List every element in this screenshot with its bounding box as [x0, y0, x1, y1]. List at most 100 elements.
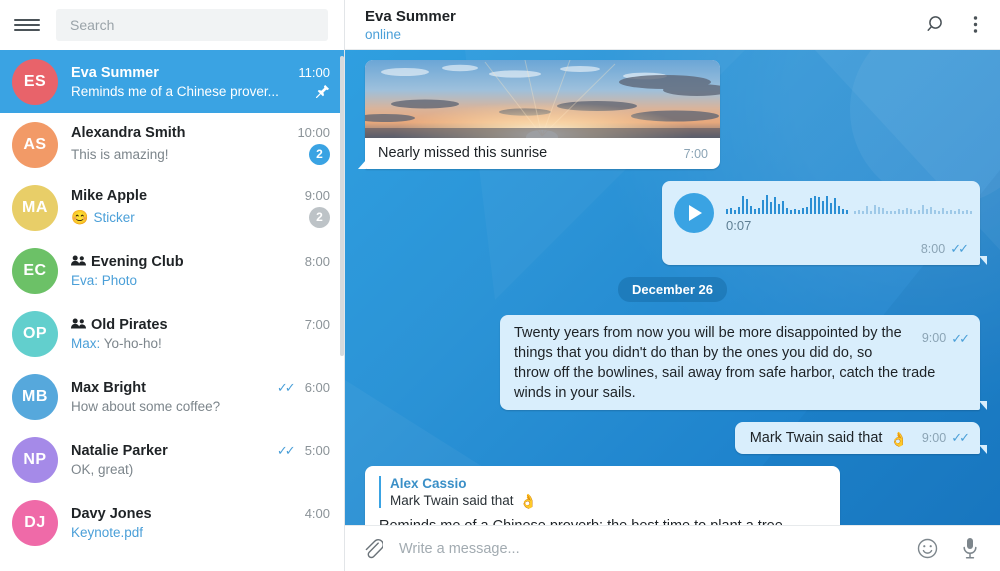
attribution-text: Mark Twain said that	[749, 430, 883, 447]
reply-quote[interactable]: Alex Cassio Mark Twain said that 👌	[379, 476, 826, 509]
chat-item-name-text: Mike Apple	[71, 187, 148, 204]
chat-item-body: Alexandra Smith 10:00 This is amazing! 2	[71, 125, 330, 165]
attribution-time: 9:00	[921, 431, 947, 446]
sidebar-toolbar	[0, 0, 344, 50]
sidebar-scrollbar-track[interactable]	[340, 50, 344, 571]
peer-info[interactable]: Eva Summer online	[365, 8, 901, 42]
peer-status: online	[365, 26, 402, 42]
chat-item-name: Evening Club	[71, 254, 297, 270]
chat-item-preview-line: Reminds me of a Chinese prover...	[71, 84, 330, 99]
message-list: Nearly missed this sunrise 7:00 0:07 8:0…	[345, 50, 1000, 525]
attribution-message-bubble[interactable]: Mark Twain said that 👌 9:00 ✓✓	[734, 422, 988, 455]
play-icon[interactable]	[674, 192, 714, 233]
sidebar-scrollbar-thumb[interactable]	[340, 56, 344, 356]
avatar: MA	[12, 184, 58, 231]
chat-item-name-text: Alexandra Smith	[71, 124, 186, 141]
quote-meta: 9:00 ✓✓	[921, 330, 970, 348]
avatar: NP	[12, 436, 58, 483]
attribution-meta: 9:00 ✓✓	[921, 430, 970, 446]
chat-item-preview-line: This is amazing! 2	[71, 143, 330, 165]
search-icon[interactable]	[927, 15, 947, 35]
quote-message-text: Twenty years from now you will be more d…	[514, 325, 936, 401]
chat-item-preview: 😊 Sticker	[71, 210, 301, 225]
chat-item-preview: This is amazing!	[71, 147, 301, 162]
search-input[interactable]	[70, 17, 314, 33]
chat-list-item-alexandra-smith[interactable]: AS Alexandra Smith 10:00 This is amazing! 2	[0, 113, 344, 176]
reply-quoted-text: Mark Twain said that	[390, 493, 514, 509]
chat-list-item-old-pirates[interactable]: OP Old Pirates 7:00 Max: Yo-ho-ho!	[0, 302, 344, 365]
chat-list[interactable]: ES Eva Summer 11:00 Reminds me of a Chinese…	[0, 50, 344, 571]
telegram-window: ES Eva Summer 11:00 Reminds me of a Chinese…	[0, 0, 1000, 571]
chat-item-preview: Reminds me of a Chinese prover...	[71, 84, 308, 99]
quote-message-bubble[interactable]: 9:00 ✓✓ Twenty years from now you will b…	[500, 315, 987, 411]
chat-item-preview: OK, great)	[71, 462, 330, 477]
reply-quote-wrap[interactable]: Alex Cassio Mark Twain said that 👌	[365, 466, 840, 510]
group-icon	[71, 255, 86, 266]
chat-list-item-max-bright[interactable]: MB Max Bright ✓✓ 6:00 How about some coffee?	[0, 365, 344, 428]
ok-hand-emoji: 👌	[519, 492, 537, 509]
search-box[interactable]	[56, 9, 328, 41]
preview-text: Photo	[101, 272, 138, 288]
preview-text: OK, great)	[71, 461, 134, 477]
sunrise-photo[interactable]	[365, 60, 720, 138]
waveform[interactable]	[726, 192, 976, 214]
microphone-icon[interactable]	[962, 537, 978, 560]
message-area[interactable]: Nearly missed this sunrise 7:00 0:07 8:0…	[345, 50, 1000, 525]
avatar: AS	[12, 121, 58, 168]
quote-time: 9:00	[921, 331, 947, 346]
peer-name: Eva Summer	[365, 7, 456, 25]
preview-text: Yo-ho-ho!	[103, 335, 162, 351]
chat-list-item-natalie-parker[interactable]: NP Natalie Parker ✓✓ 5:00 OK, great)	[0, 428, 344, 491]
reply-body-wrap: 9:00 Reminds me of a Chinese proverb: th…	[365, 510, 840, 525]
voice-meta: 8:00 ✓✓	[921, 241, 969, 257]
paperclip-icon[interactable]	[363, 538, 383, 559]
message-input[interactable]	[399, 540, 893, 557]
chat-item-name: Mike Apple	[71, 188, 297, 204]
chat-item-preview: How about some coffee?	[71, 399, 330, 414]
chat-item-name: Old Pirates	[71, 317, 297, 333]
message-composer	[345, 525, 1000, 571]
voice-duration: 0:07	[726, 218, 752, 233]
chat-item-preview-line: Keynote.pdf	[71, 525, 330, 540]
chat-item-time: 11:00	[298, 65, 330, 80]
chat-item-name-text: Davy Jones	[71, 505, 152, 522]
reply-quoted-row: Mark Twain said that 👌	[390, 493, 826, 508]
photo-time: 7:00	[683, 147, 708, 161]
chat-panel: Eva Summer online Nearly missed this sun…	[345, 0, 1000, 571]
avatar: MB	[12, 373, 58, 420]
chat-item-time: 4:00	[304, 506, 330, 521]
chat-item-preview-line: How about some coffee?	[71, 399, 330, 414]
chat-list-item-eva-summer[interactable]: ES Eva Summer 11:00 Reminds me of a Chinese…	[0, 50, 344, 113]
chat-item-preview: Max: Yo-ho-ho!	[71, 336, 330, 351]
chat-item-body: Mike Apple 9:00 😊 Sticker 2	[71, 188, 330, 228]
chat-item-preview-line: 😊 Sticker 2	[71, 206, 330, 228]
more-vertical-icon[interactable]	[973, 15, 978, 34]
chat-list-item-davy-jones[interactable]: DJ Davy Jones 4:00 Keynote.pdf	[0, 491, 344, 554]
avatar: OP	[12, 310, 58, 357]
read-receipt-icon: ✓✓	[276, 379, 296, 395]
message-row-quote: 9:00 ✓✓ Twenty years from now you will b…	[365, 315, 987, 411]
preview-emoji: 😊	[71, 209, 89, 225]
chat-list-item-evening-club[interactable]: EC Evening Club 8:00 Eva: Photo	[0, 239, 344, 302]
chat-item-title-line: Evening Club 8:00	[71, 254, 330, 270]
smiley-icon[interactable]	[917, 538, 938, 559]
message-row-photo: Nearly missed this sunrise 7:00	[358, 60, 980, 169]
chat-item-preview-line: Eva: Photo	[71, 273, 330, 288]
chat-item-body: Natalie Parker ✓✓ 5:00 OK, great)	[71, 443, 330, 477]
avatar: DJ	[12, 499, 58, 546]
read-receipt-icon: ✓✓	[950, 241, 969, 256]
reply-message-bubble[interactable]: Alex Cassio Mark Twain said that 👌 9:00	[365, 466, 840, 525]
unread-badge: 2	[309, 143, 330, 165]
chat-list-item-mike-apple[interactable]: MA Mike Apple 9:00 😊 Sticker 2	[0, 176, 344, 239]
date-divider-row: December 26	[365, 277, 980, 302]
voice-message-bubble[interactable]: 0:07 8:00 ✓✓	[662, 181, 987, 265]
reply-author: Alex Cassio	[390, 476, 467, 492]
photo-message-bubble[interactable]: Nearly missed this sunrise 7:00	[358, 60, 720, 169]
hamburger-icon[interactable]	[14, 16, 40, 34]
unread-badge: 2	[309, 206, 330, 228]
chat-item-time: 6:00	[304, 380, 330, 395]
read-receipt-icon: ✓✓	[276, 442, 296, 458]
chat-item-time: 8:00	[304, 254, 330, 269]
chat-item-name-text: Eva Summer	[71, 64, 159, 81]
chat-item-name: Max Bright	[71, 380, 277, 396]
